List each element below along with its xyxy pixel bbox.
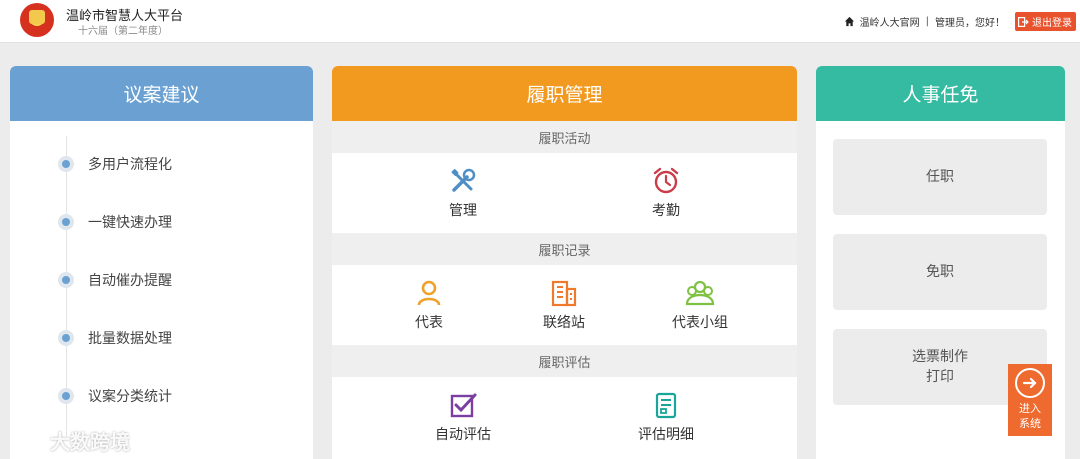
liaison-station-label: 联络站 <box>543 315 585 331</box>
liaison-station-button[interactable]: 联络站 <box>504 279 624 332</box>
auto-evaluate-button[interactable]: 自动评估 <box>403 391 523 444</box>
report-icon <box>655 392 677 419</box>
proposal-item-auto-remind[interactable]: 自动催办提醒 <box>58 270 172 290</box>
section-duty-records: 履职记录 <box>332 233 797 265</box>
appoint-label: 任职 <box>926 169 954 185</box>
top-nav: 温岭人大官网 | 管理员，您好！ 退出登录 <box>844 12 1076 31</box>
logout-icon <box>1018 16 1029 27</box>
timeline-dot <box>58 156 74 172</box>
proposal-item-label: 自动催办提醒 <box>88 273 172 289</box>
enter-system-button[interactable]: 进入 系统 <box>1008 364 1052 436</box>
user-greeting: 管理员，您好！ <box>935 18 1005 29</box>
proposal-item-label: 批量数据处理 <box>88 331 172 347</box>
building-icon <box>551 280 577 307</box>
timeline-dot <box>58 272 74 288</box>
evaluation-detail-label: 评估明细 <box>638 427 694 443</box>
auto-evaluate-label: 自动评估 <box>435 427 491 443</box>
timeline-dot <box>58 214 74 230</box>
ballot-label-line1: 选票制作 <box>912 349 968 365</box>
representative-button[interactable]: 代表 <box>369 279 489 332</box>
enter-label-line1: 进入 <box>1019 402 1041 415</box>
checklist-icon <box>450 393 477 418</box>
duty-activities-row: 管理 考勤 <box>332 153 797 233</box>
enter-label-line2: 系统 <box>1019 417 1041 430</box>
section-duty-evaluation: 履职评估 <box>332 345 797 377</box>
appoint-button[interactable]: 任职 <box>833 139 1047 215</box>
nav-separator: | <box>925 16 929 27</box>
app-subtitle: 十六届（第二年度） <box>78 26 168 37</box>
logout-label: 退出登录 <box>1032 18 1072 29</box>
arrow-right-circle-icon <box>1015 368 1045 398</box>
evaluation-detail-button[interactable]: 评估明细 <box>606 391 726 444</box>
alarm-clock-icon <box>653 167 679 194</box>
duty-records-row: 代表 联络站 代表小组 <box>332 265 797 345</box>
proposal-item-label: 多用户流程化 <box>88 157 172 173</box>
attendance-button[interactable]: 考勤 <box>606 167 726 220</box>
proposal-item-label: 一键快速办理 <box>88 215 172 231</box>
duty-panel-title: 履职管理 <box>332 66 797 121</box>
manage-label: 管理 <box>449 203 477 219</box>
proposal-panel-title: 议案建议 <box>10 66 313 121</box>
attendance-label: 考勤 <box>652 203 680 219</box>
representative-label: 代表 <box>415 315 443 331</box>
rep-group-button[interactable]: 代表小组 <box>640 279 760 332</box>
ballot-label-line2: 打印 <box>926 369 954 385</box>
top-bar: 温岭市智慧人大平台 十六届（第二年度） 温岭人大官网 | 管理员，您好！ 退出登… <box>0 0 1080 43</box>
tools-icon <box>451 168 476 192</box>
timeline-dot <box>58 388 74 404</box>
dismiss-button[interactable]: 免职 <box>833 234 1047 310</box>
proposal-item-label: 议案分类统计 <box>88 389 172 405</box>
timeline-dot <box>58 330 74 346</box>
watermark: 大数跨境 <box>8 426 130 455</box>
person-icon <box>417 280 441 306</box>
official-site-link[interactable]: 温岭人大官网 <box>860 14 920 29</box>
rep-group-label: 代表小组 <box>672 315 728 331</box>
home-icon <box>844 16 854 27</box>
watermark-text: 大数跨境 <box>50 430 130 454</box>
proposal-item-multi-user[interactable]: 多用户流程化 <box>58 154 172 174</box>
section-duty-activities: 履职活动 <box>332 121 797 153</box>
duty-evaluation-row: 自动评估 评估明细 <box>332 377 797 457</box>
proposal-panel: 议案建议 多用户流程化 一键快速办理 自动催办提醒 批量数据处理 议案分类统计 <box>10 66 313 459</box>
proposal-item-category-stats[interactable]: 议案分类统计 <box>58 386 172 406</box>
watermark-logo-icon <box>10 431 41 447</box>
proposal-item-batch-data[interactable]: 批量数据处理 <box>58 328 172 348</box>
logout-button[interactable]: 退出登录 <box>1015 12 1076 31</box>
personnel-panel-title: 人事任免 <box>816 66 1065 121</box>
manage-button[interactable]: 管理 <box>403 167 523 220</box>
dismiss-label: 免职 <box>926 264 954 280</box>
group-icon <box>685 280 715 306</box>
duty-panel: 履职管理 履职活动 管理 考勤 履职记录 代表 联络站 代表小组 履职评估 自动… <box>332 66 797 459</box>
national-emblem-logo <box>20 3 54 37</box>
proposal-item-quick-process[interactable]: 一键快速办理 <box>58 212 172 232</box>
